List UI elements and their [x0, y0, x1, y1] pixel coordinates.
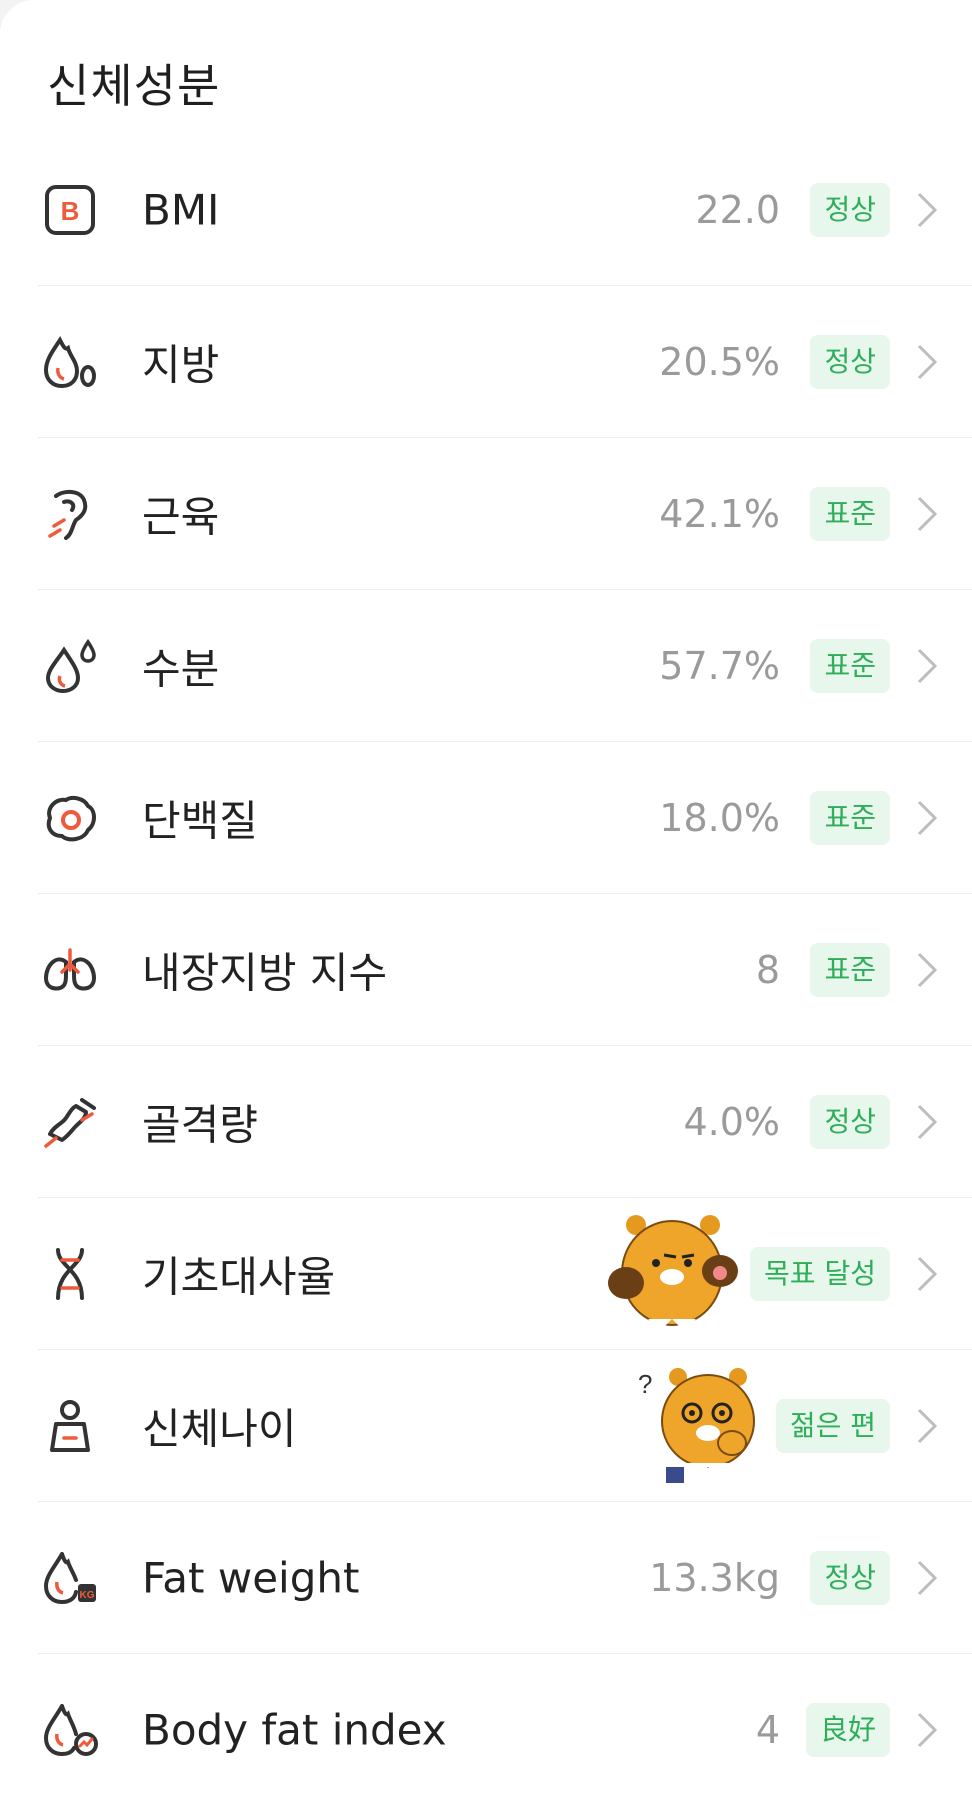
row-value: 42.1%: [659, 491, 780, 536]
row-value: 57.7%: [659, 643, 780, 688]
lion-mascot-sticker: ?: [630, 1367, 762, 1485]
status-badge: 정상: [810, 1550, 890, 1605]
status-badge: 표준: [810, 790, 890, 845]
row-label: BMI: [142, 185, 220, 234]
row-value: 4.0%: [683, 1099, 780, 1144]
bmi-icon: B: [42, 182, 98, 238]
row-label: Body fat index: [142, 1705, 447, 1755]
chevron-right-icon: [914, 1710, 940, 1750]
chevron-right-icon: [914, 1254, 940, 1294]
row-label: Fat weight: [142, 1553, 360, 1602]
row-value: 18.0%: [659, 795, 780, 840]
fat-drop-icon: [42, 334, 98, 390]
status-badge: 정상: [810, 182, 890, 237]
body-composition-list: B BMI 22.0 정상 지방 20.5% 정상 근육 42.1% 표준 수분…: [0, 134, 972, 1806]
status-badge: 정상: [810, 1094, 890, 1149]
row-value: 4: [755, 1708, 780, 1752]
water-drop-icon: [42, 638, 98, 694]
body-composition-card: 신체성분 B BMI 22.0 정상 지방 20.5% 정상 근육 42.1% …: [0, 0, 972, 1815]
row-value: 22.0: [695, 187, 780, 232]
fat-weight-icon: KG: [42, 1550, 98, 1606]
svg-text:?: ?: [638, 1369, 652, 1399]
chevron-right-icon: [914, 494, 940, 534]
svg-text:B: B: [61, 196, 80, 226]
status-badge: 표준: [810, 486, 890, 541]
row-label: 지방: [142, 340, 220, 389]
chevron-right-icon: [914, 1406, 940, 1446]
chevron-right-icon: [914, 342, 940, 382]
chevron-right-icon: [914, 798, 940, 838]
protein-icon: [42, 790, 98, 846]
chevron-right-icon: [914, 950, 940, 990]
muscle-arm-icon: [42, 486, 98, 542]
chevron-right-icon: [914, 646, 940, 686]
row-fat-weight[interactable]: KG Fat weight 13.3kg 정상: [38, 1502, 972, 1654]
row-basal-metabolic-rate[interactable]: 기초대사율 목표 달성: [38, 1198, 972, 1350]
row-body-age[interactable]: 신체나이 ? 젊은 편: [38, 1350, 972, 1502]
body-fat-index-icon: [42, 1702, 98, 1758]
body-age-icon: [42, 1398, 98, 1454]
row-bone-mass[interactable]: 골격량 4.0% 정상: [38, 1046, 972, 1198]
row-value: 13.3kg: [649, 1555, 780, 1600]
visceral-fat-icon: [42, 942, 98, 998]
row-protein[interactable]: 단백질 18.0% 표준: [38, 742, 972, 894]
status-badge: 목표 달성: [750, 1246, 890, 1301]
row-value: 20.5%: [659, 339, 780, 384]
lion-mascot-sticker: [608, 1214, 740, 1333]
row-label: 신체나이: [142, 1404, 297, 1453]
row-label: 단백질: [142, 796, 258, 845]
svg-text:KG: KG: [80, 1590, 95, 1601]
row-body-fat-index[interactable]: Body fat index 4 良好: [38, 1654, 972, 1806]
row-fat[interactable]: 지방 20.5% 정상: [38, 286, 972, 438]
row-label: 기초대사율: [142, 1252, 336, 1301]
row-water[interactable]: 수분 57.7% 표준: [38, 590, 972, 742]
chevron-right-icon: [914, 1102, 940, 1142]
row-value: 8: [755, 947, 780, 992]
status-badge: 표준: [810, 942, 890, 997]
row-visceral-fat[interactable]: 내장지방 지수 8 표준: [38, 894, 972, 1046]
row-label: 골격량: [142, 1100, 258, 1149]
chevron-right-icon: [914, 190, 940, 230]
dna-icon: [42, 1246, 98, 1302]
status-badge: 표준: [810, 638, 890, 693]
status-badge: 良好: [805, 1703, 890, 1757]
section-title: 신체성분: [47, 59, 221, 113]
status-badge: 정상: [810, 334, 890, 389]
row-label: 내장지방 지수: [142, 948, 388, 997]
row-label: 수분: [142, 644, 220, 693]
bone-icon: [42, 1094, 98, 1150]
row-label: 근육: [142, 492, 220, 541]
status-badge: 젊은 편: [775, 1398, 890, 1453]
row-bmi[interactable]: B BMI 22.0 정상: [38, 134, 972, 286]
chevron-right-icon: [914, 1558, 940, 1598]
row-muscle[interactable]: 근육 42.1% 표준: [38, 438, 972, 590]
